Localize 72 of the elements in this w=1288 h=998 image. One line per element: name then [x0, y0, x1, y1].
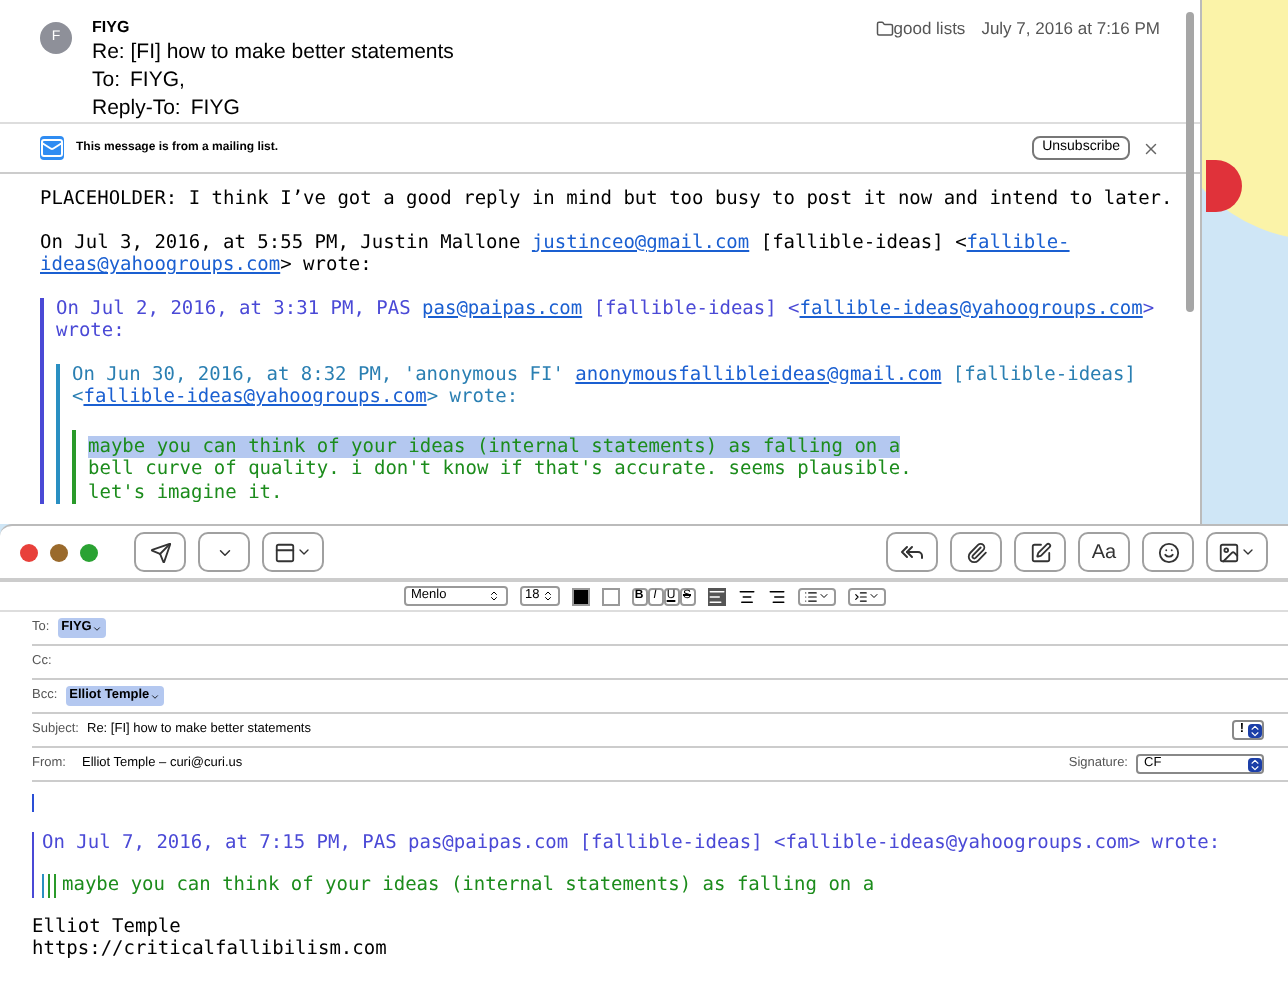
paper-plane-icon: [149, 541, 171, 563]
pen-square-icon: [1029, 541, 1051, 563]
attribution-text: On Jul 2, 2016, at 3:31 PM, PAS: [56, 297, 413, 320]
send-button[interactable]: [134, 532, 186, 572]
email-link[interactable]: ideas@yahoogroups.com: [40, 254, 281, 277]
message-subject: Re: [FI] how to make better statements: [92, 38, 456, 66]
photo-browser-button[interactable]: [1206, 532, 1268, 572]
attribution-text: [fallible-ideas] <: [591, 297, 800, 320]
indent-icon: [853, 589, 867, 603]
reply-all-button[interactable]: [886, 532, 938, 572]
reply-to-value: FIYG: [190, 94, 240, 122]
chevron-down-icon: [149, 691, 160, 701]
attribution-text: <: [72, 386, 84, 409]
send-options-button[interactable]: [198, 532, 250, 572]
format-button[interactable]: Aa: [1078, 532, 1130, 572]
attribution-text: [fallible-ideas]: [950, 363, 1136, 386]
attribution-text: On Jul 3, 2016, at 5:55 PM, Justin Mallone: [40, 231, 523, 254]
attribution-text: wrote:: [56, 320, 125, 343]
text-color-swatch[interactable]: [571, 587, 589, 605]
align-left-icon[interactable]: [707, 587, 725, 605]
quote-attribution: On Jul 7, 2016, at 7:15 PM, PAS pas@paipas.com [fallible-ideas] <fallible-ideas@yahoogroups.com> wrote:: [42, 832, 1223, 856]
attribution-text: > wrote:: [280, 254, 372, 277]
to-value: FIYG,: [130, 66, 185, 94]
background-color-swatch[interactable]: [601, 587, 619, 605]
attribution-text: > wrote:: [426, 386, 519, 409]
markup-button[interactable]: [1014, 532, 1066, 572]
close-icon[interactable]: [1142, 139, 1160, 157]
close-window-button[interactable]: [20, 543, 38, 561]
attach-button[interactable]: [950, 532, 1002, 572]
text-cursor: [32, 794, 34, 812]
header-fields-button[interactable]: [262, 532, 324, 572]
reply-all-icon: [900, 540, 924, 564]
to-label: To:: [92, 66, 121, 94]
chevron-down-icon: [91, 623, 102, 633]
mailbox-name: good lists: [893, 16, 966, 42]
sender-name: FIYG: [92, 16, 132, 38]
email-link[interactable]: anonymousfallibleideas@gmail.com: [575, 363, 942, 386]
chevron-down-icon: [1240, 544, 1256, 560]
list-icon: [803, 589, 817, 603]
list-select[interactable]: [797, 587, 835, 605]
quoted-line: let's imagine it.: [88, 481, 283, 504]
emoji-button[interactable]: [1142, 532, 1194, 572]
mail-icon: [40, 136, 64, 160]
email-link[interactable]: fallible-ideas@yahoogroups.com: [83, 386, 427, 409]
email-link[interactable]: pas@paipas.com: [422, 297, 583, 320]
signature-line: https://criticalfallibilism.com: [32, 938, 389, 960]
quoted-line: maybe you can think of your ideas (internal statements) as falling on a: [54, 874, 875, 898]
quoted-line: bell curve of quality. i don't know if that's accurate. seems plausible.: [88, 458, 912, 481]
message-date: July 7, 2016 at 7:16 PM: [981, 16, 1160, 42]
chevron-down-icon: [817, 589, 829, 601]
attribution-text: [fallible-ideas] <: [758, 231, 967, 254]
reply-to-label: Reply-To:: [92, 94, 181, 122]
window-icon: [274, 541, 296, 563]
attribution-text: On Jun 30, 2016, at 8:32 PM, 'anonymous FI': [72, 363, 566, 386]
minimize-window-button[interactable]: [50, 543, 68, 561]
folder-icon: [875, 19, 894, 38]
attribution-text: >: [1142, 297, 1155, 320]
email-link[interactable]: fallible-: [966, 231, 1070, 254]
email-link[interactable]: justinceo@gmail.com: [531, 231, 750, 254]
signature-line: Elliot Temple: [32, 916, 183, 938]
chevron-down-icon: [867, 589, 879, 601]
up-down-chevron-icon: [1248, 723, 1262, 737]
up-down-chevron-icon: [1248, 757, 1262, 771]
indent-select[interactable]: [847, 587, 885, 605]
email-link[interactable]: fallible-ideas@yahoogroups.com: [799, 297, 1143, 320]
smiley-icon: [1157, 541, 1179, 563]
zoom-window-button[interactable]: [80, 543, 98, 561]
align-center-icon[interactable]: [737, 587, 755, 605]
paperclip-icon: [965, 541, 987, 563]
chevron-down-icon: [296, 544, 312, 560]
align-right-icon[interactable]: [767, 587, 785, 605]
picture-icon: [1218, 541, 1240, 563]
